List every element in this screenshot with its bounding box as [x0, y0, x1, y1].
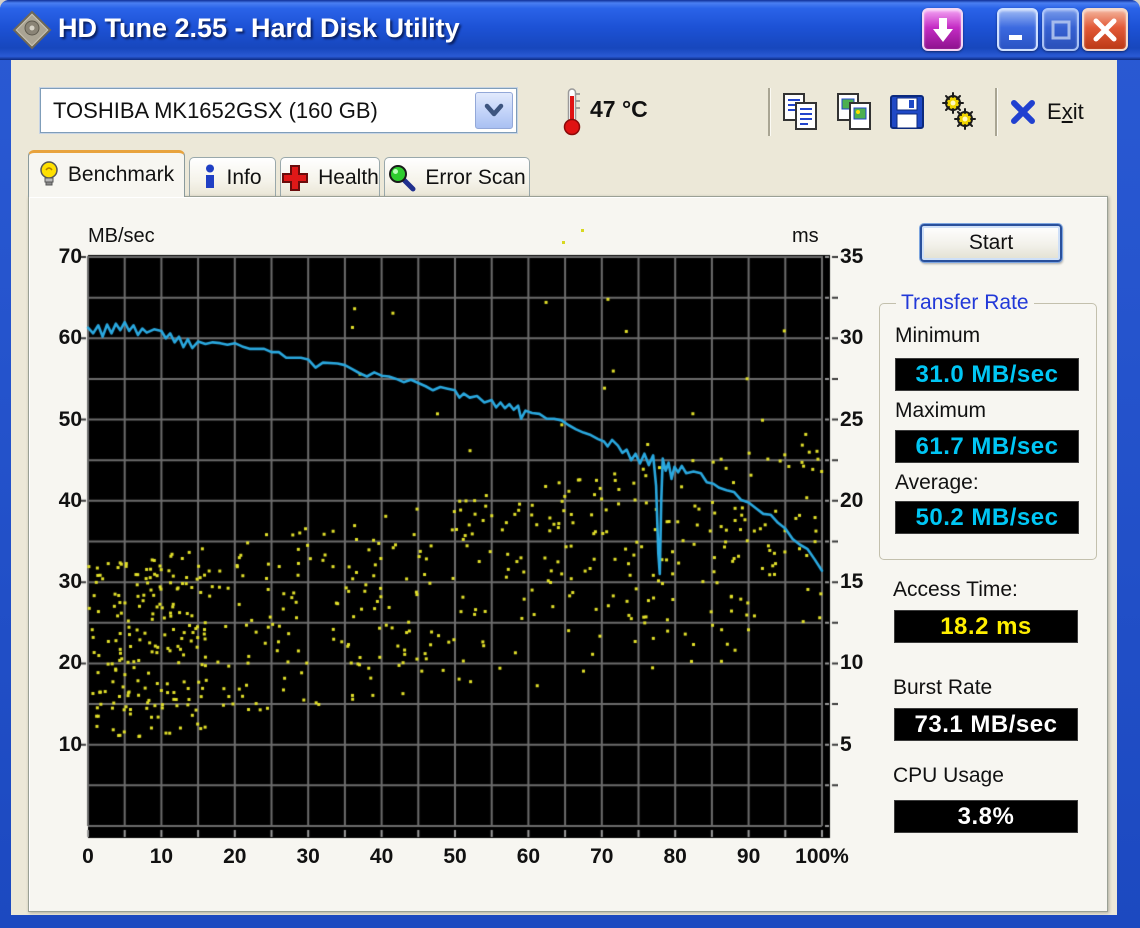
transfer-rate-groupbox: Transfer Rate Minimum 31.0 MB/sec Maximu…: [879, 291, 1097, 560]
axis-tick-label: 20: [223, 845, 247, 868]
axis-tick-label: 90: [736, 845, 761, 868]
titlebar[interactable]: HD Tune 2.55 - Hard Disk Utility: [0, 0, 1140, 60]
close-button[interactable]: [1082, 8, 1128, 51]
app-window: HD Tune 2.55 - Hard Disk Utility TOSHIBA…: [0, 0, 1140, 928]
copy-text-button[interactable]: [778, 88, 824, 136]
axis-tick-label: 30: [840, 326, 864, 350]
transfer-rate-title: Transfer Rate: [896, 291, 1034, 315]
axis-tick-label: 50: [443, 845, 467, 868]
app-icon: [12, 10, 52, 50]
drive-selector-arrow-button[interactable]: [475, 92, 513, 129]
axis-tick-label: 40: [369, 845, 394, 868]
drive-selector-value: TOSHIBA MK1652GSX (160 GB): [53, 98, 378, 123]
benchmark-chart: [78, 250, 838, 850]
tab-benchmark[interactable]: Benchmark: [28, 150, 185, 197]
access-time-value-display: 18.2 ms: [894, 610, 1078, 643]
average-label: Average:: [895, 471, 979, 494]
cpu-usage-value-display: 3.8%: [894, 800, 1078, 833]
burst-rate-label: Burst Rate: [893, 676, 993, 699]
stray-scatter-dot: [581, 229, 584, 232]
maximize-button[interactable]: [1042, 8, 1079, 51]
tab-error-scan-label: Error Scan: [425, 165, 526, 189]
axis-tick-label: 70: [590, 845, 614, 868]
window-title: HD Tune 2.55 - Hard Disk Utility: [58, 13, 460, 43]
exit-label: Exit: [1047, 99, 1084, 124]
options-button[interactable]: [936, 88, 982, 136]
toolbar-separator: [768, 88, 770, 136]
copy-text-icon: [783, 93, 817, 130]
exit-button[interactable]: Exit: [1009, 90, 1084, 134]
exit-x-icon: [1011, 100, 1035, 124]
axis-tick-label: 100%: [795, 845, 849, 868]
axis-tick-label: 40: [58, 488, 82, 512]
axis-tick-label: 60: [58, 326, 82, 350]
tab-error-scan[interactable]: Error Scan: [384, 157, 530, 197]
axis-tick-label: 50: [58, 407, 82, 431]
axis-tick-label: 10: [840, 651, 864, 675]
copy-image-icon: [837, 93, 871, 130]
axis-tick-label: 35: [840, 245, 864, 268]
axis-tick-label: 30: [58, 570, 82, 594]
temperature-value: 47 °C: [590, 96, 648, 122]
axis-tick-label: 70: [58, 245, 82, 268]
axis-tick-label: 20: [58, 651, 82, 675]
maximize-icon: [1051, 20, 1070, 39]
tab-info[interactable]: Info: [189, 157, 276, 197]
burst-rate-value-display: 73.1 MB/sec: [894, 708, 1078, 741]
health-cross-icon: [282, 164, 309, 191]
stray-scatter-dot: [562, 241, 565, 244]
close-icon: [1093, 18, 1117, 41]
axis-tick-label: 10: [149, 845, 174, 868]
start-button-label: Start: [968, 231, 1014, 254]
maximum-value-display: 61.7 MB/sec: [895, 430, 1079, 463]
toolbar-separator: [995, 88, 997, 136]
average-value-display: 50.2 MB/sec: [895, 501, 1079, 534]
benchmark-bulb-icon: [40, 161, 58, 186]
axis-tick-label: 5: [840, 732, 852, 756]
tab-info-label: Info: [226, 165, 262, 189]
info-icon: [206, 164, 215, 188]
copy-image-button[interactable]: [832, 88, 878, 136]
axis-tick-label: 15: [840, 570, 864, 594]
axis-tick-label: 80: [663, 845, 687, 868]
axis-tick-label: 10: [58, 732, 82, 756]
minimum-value-display: 31.0 MB/sec: [895, 358, 1079, 391]
axis-tick-label: 30: [296, 845, 320, 868]
maximum-label: Maximum: [895, 399, 987, 422]
gears-icon: [942, 92, 976, 130]
tab-health-label: Health: [318, 165, 379, 189]
axis-tick-label: 0: [82, 845, 94, 868]
cpu-usage-label: CPU Usage: [893, 764, 1004, 787]
save-button[interactable]: [884, 88, 930, 136]
start-button[interactable]: Start: [920, 224, 1062, 262]
axis-tick-label: 25: [840, 407, 864, 431]
minimize-button[interactable]: [997, 8, 1038, 51]
drive-selector[interactable]: TOSHIBA MK1652GSX (160 GB): [40, 88, 517, 133]
tab-benchmark-label: Benchmark: [67, 163, 175, 186]
update-download-button[interactable]: [922, 8, 963, 51]
left-axis-unit-label: MB/sec: [88, 225, 155, 247]
right-axis-unit-label: ms: [792, 225, 819, 247]
error-scan-magnifier-icon: [389, 164, 416, 191]
minimize-icon: [1008, 34, 1022, 40]
download-arrow-icon: [932, 17, 953, 42]
save-icon: [890, 95, 924, 129]
minimum-label: Minimum: [895, 324, 981, 347]
tab-health[interactable]: Health: [280, 157, 380, 197]
chevron-down-icon: [484, 103, 504, 116]
axis-tick-label: 20: [840, 488, 864, 512]
axis-tick-label: 60: [516, 845, 541, 868]
thermometer-icon: [563, 88, 581, 136]
access-time-label: Access Time:: [893, 578, 1018, 601]
